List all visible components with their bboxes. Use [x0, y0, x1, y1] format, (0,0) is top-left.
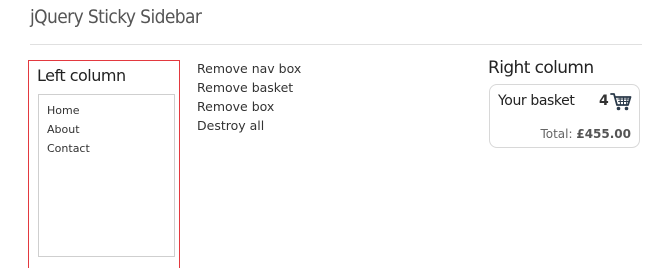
basket-box: Your basket 4 Total: £455.00 — [489, 84, 640, 148]
nav-item-about[interactable]: About — [47, 120, 174, 139]
basket-count: 4 — [599, 93, 609, 109]
page: jQuery Sticky Sidebar Left column Home A… — [0, 0, 658, 268]
nav-item-contact[interactable]: Contact — [47, 139, 174, 158]
right-column-heading: Right column — [488, 58, 594, 78]
basket-total-label: Total: — [540, 127, 573, 141]
shopping-cart-icon — [610, 92, 632, 112]
left-column-heading: Left column — [37, 66, 126, 85]
remove-nav-box-link[interactable]: Remove nav box — [197, 59, 301, 78]
page-title: jQuery Sticky Sidebar — [30, 6, 202, 28]
nav-item-home[interactable]: Home — [47, 101, 174, 120]
basket-title: Your basket — [498, 93, 575, 109]
left-column: Left column Home About Contact — [28, 60, 180, 268]
title-divider — [30, 44, 642, 45]
nav-box: Home About Contact — [38, 94, 175, 257]
basket-total: Total: £455.00 — [540, 127, 631, 141]
remove-box-link[interactable]: Remove box — [197, 97, 301, 116]
destroy-all-link[interactable]: Destroy all — [197, 116, 301, 135]
action-links: Remove nav box Remove basket Remove box … — [197, 59, 301, 135]
basket-total-amount: £455.00 — [576, 127, 631, 141]
remove-basket-link[interactable]: Remove basket — [197, 78, 301, 97]
nav-list: Home About Contact — [47, 101, 174, 158]
